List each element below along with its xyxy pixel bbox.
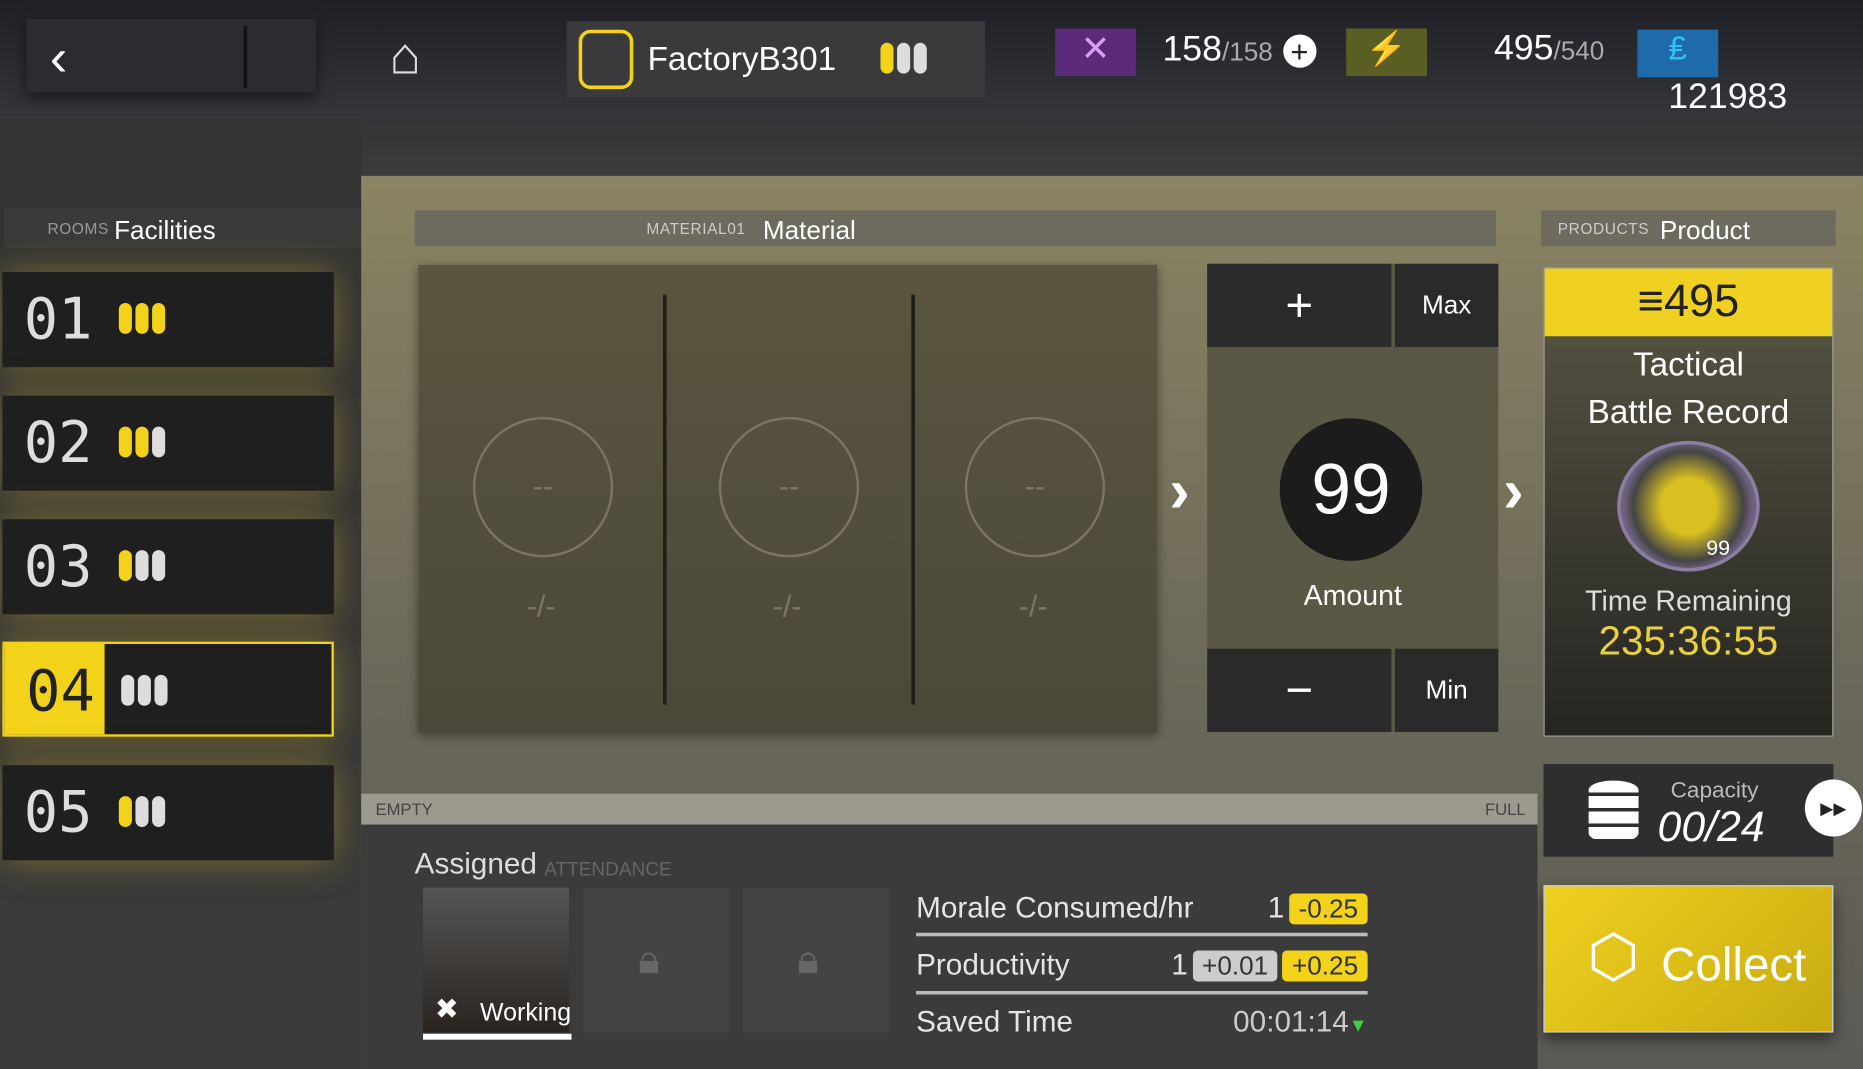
capacity-panel: Capacity 00/24 <box>1543 764 1834 857</box>
database-icon: ≡ <box>1637 276 1664 327</box>
locked-slot: 🔒︎ <box>741 886 890 1034</box>
level-pips <box>880 42 930 80</box>
back-bar: ‹ <box>26 19 317 93</box>
battery-icon: ⚡ <box>1346 28 1428 77</box>
lock-icon: 🔒︎ <box>638 937 660 983</box>
material-slot[interactable]: -- -/- <box>910 265 1156 733</box>
collect-button[interactable]: ⬡ Collect <box>1543 885 1834 1033</box>
increase-button[interactable]: + <box>1207 263 1392 347</box>
room-04[interactable]: 04 <box>2 641 334 737</box>
add-icon[interactable]: + <box>1282 34 1317 68</box>
home-button[interactable]: ⌂ <box>311 19 499 95</box>
fast-forward-button[interactable]: ▸▸ <box>1804 779 1862 837</box>
morale-bar <box>422 1033 572 1040</box>
drone-resource: ✕ 158/158 + <box>1055 28 1317 77</box>
product-header: PRODUCTS Product <box>1541 210 1836 246</box>
material-header: MATERIAL01 Material <box>414 210 1496 246</box>
ticket-icon: ₤ <box>1637 29 1719 78</box>
arrow-down-icon: ▼ <box>1348 1015 1368 1037</box>
fill-bar: EMPTY FULL <box>361 793 1538 825</box>
divider <box>243 26 248 88</box>
product-image: 99 <box>1617 440 1760 572</box>
productivity-stat: Productivity 1 +0.01 +0.25 <box>916 948 1368 982</box>
operator-slot[interactable]: ✖ Working <box>421 886 572 1040</box>
product-count: ≡495 <box>1544 268 1833 337</box>
locked-slot: 🔒︎ <box>582 886 731 1034</box>
facility-icon <box>578 29 634 90</box>
saved-time-stat: Saved Time 00:01:14▼ <box>916 1005 1368 1039</box>
time-remaining: 235:36:55 <box>1598 619 1779 665</box>
room-03[interactable]: 03 <box>2 519 334 615</box>
material-slot[interactable]: -- -/- <box>664 265 910 733</box>
facility-name: FactoryB301 <box>647 40 837 78</box>
chevron-right-icon: › <box>1169 457 1190 527</box>
database-icon <box>1588 780 1639 843</box>
room-01[interactable]: 01 <box>2 272 334 368</box>
back-button[interactable]: ‹ <box>50 29 67 88</box>
product-card[interactable]: ≡495 Tactical Battle Record 99 Time Rema… <box>1543 267 1834 737</box>
chevron-right-icon: › <box>1503 457 1524 527</box>
facility-header: FactoryB301 <box>566 21 986 98</box>
divider <box>916 990 1368 995</box>
amount-value: 99 <box>1279 418 1423 561</box>
cubes-icon: ⬡ <box>1587 923 1640 990</box>
max-button[interactable]: Max <box>1394 263 1499 347</box>
divider <box>916 932 1368 937</box>
lock-icon: 🔒︎ <box>797 937 819 983</box>
rooms-header: ROOMS Facilities <box>4 207 362 249</box>
min-button[interactable]: Min <box>1394 648 1499 732</box>
amount-panel: + Max 99 Amount − Min <box>1207 263 1499 732</box>
drone-icon: ✕ <box>1055 28 1136 77</box>
time-label: Time Remaining <box>1585 585 1792 618</box>
material-slots: -- -/- -- -/- -- -/- <box>418 264 1158 734</box>
battery-resource: ⚡ 495/540 <box>1346 28 1604 77</box>
morale-stat: Morale Consumed/hr 1 -0.25 <box>916 891 1368 925</box>
amount-label: Amount <box>1303 579 1402 612</box>
decrease-button[interactable]: − <box>1207 648 1392 732</box>
room-02[interactable]: 02 <box>2 395 334 491</box>
product-name: Tactical Battle Record <box>1587 345 1790 431</box>
room-05[interactable]: 05 <box>2 765 334 861</box>
wrench-icon: ✖ <box>434 993 459 1026</box>
ticket-resource: ₤ 121983 <box>1637 29 1863 116</box>
material-slot[interactable]: -- -/- <box>418 265 664 733</box>
